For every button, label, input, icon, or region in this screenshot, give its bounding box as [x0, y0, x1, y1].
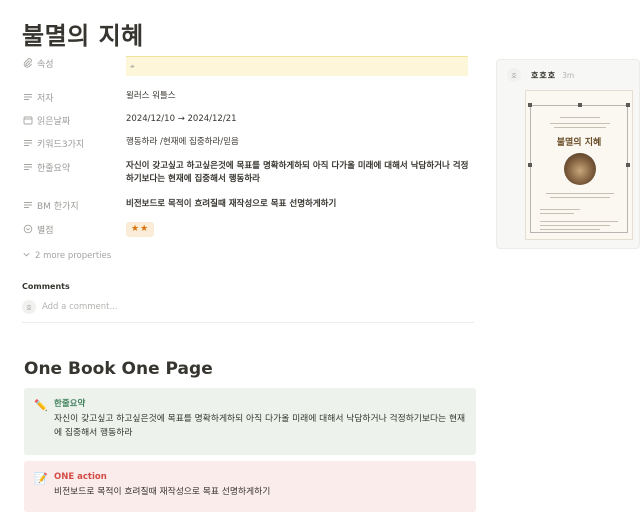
calendar-icon	[22, 114, 34, 126]
callout-summary[interactable]: ✏️ 한줄요약 자신이 갖고싶고 하고싶은것에 목표를 명확하게하되 아직 다가…	[24, 388, 476, 455]
bm-value[interactable]: 비전보드로 목적이 흐려질때 재작성으로 목표 선명하게하기	[126, 198, 474, 211]
keywords-value[interactable]: 행동하라 /현재에 집중하라/믿음	[126, 136, 474, 149]
text-lines-icon	[22, 199, 34, 211]
avatar: 호	[507, 68, 521, 82]
resize-handle[interactable]	[626, 163, 630, 167]
callout-body: 자신이 갖고싶고 하고싶은것에 목표를 명확하게하되 아직 다가올 미래에 대해…	[54, 414, 466, 438]
book-title: 불멸의 지혜	[556, 138, 602, 148]
property-label: 속성	[37, 59, 54, 70]
read-date-value[interactable]: 2024/12/10 → 2024/12/21	[126, 113, 474, 126]
paperclip-icon	[22, 57, 34, 69]
property-summary[interactable]: 한줄요약 자신이 갖고싶고 하고싶은것에 목표를 명확하게하되 아직 다가올 미…	[22, 160, 474, 186]
summary-value[interactable]: 자신이 갖고싶고 하고싶은것에 목표를 명확하게하되 아직 다가올 미래에 대해…	[126, 160, 474, 186]
property-rating[interactable]: 별점 ★★	[22, 222, 474, 237]
property-bm[interactable]: BM 한가지 비전보드로 목적이 흐려질때 재작성으로 목표 선명하게하기	[22, 198, 474, 212]
add-comment-row[interactable]: 호 Add a comment...	[22, 300, 118, 314]
callout-title: 한줄요약	[54, 399, 86, 409]
comment-author: 호호호	[531, 70, 557, 80]
text-lines-icon	[22, 137, 34, 149]
select-circle-icon	[22, 223, 34, 235]
callout-title: ONE action	[54, 472, 107, 482]
more-properties-label: 2 more properties	[35, 251, 112, 261]
resize-handle[interactable]	[626, 103, 630, 107]
comment-time: 3m	[562, 70, 575, 80]
divider	[22, 322, 474, 323]
comments-heading: Comments	[22, 282, 70, 291]
text-lines-icon	[22, 91, 34, 103]
pencil-icon: ✏️	[34, 399, 48, 412]
memo-icon: 📝	[34, 472, 48, 485]
section-heading: One Book One Page	[24, 359, 213, 379]
text-lines-icon	[22, 161, 34, 173]
attr-value[interactable]: ⌖	[126, 56, 468, 76]
property-label: 별점	[37, 225, 54, 236]
property-keywords[interactable]: 키워드3가지 행동하라 /현재에 집중하라/믿음	[22, 136, 474, 150]
rating-badge[interactable]: ★★	[126, 222, 155, 237]
callout-body: 비전보드로 목적이 흐려질때 재작성으로 목표 선명하게하기	[54, 487, 271, 497]
book-cover-image[interactable]: 불멸의 지혜	[525, 90, 633, 240]
property-label: BM 한가지	[37, 201, 79, 212]
resize-handle[interactable]	[528, 163, 532, 167]
comment-input[interactable]: Add a comment...	[42, 302, 118, 312]
side-comment-card[interactable]: 호 호호호 3m 불멸의 지혜	[496, 59, 640, 249]
property-attr[interactable]: 속성 ⌖	[22, 56, 474, 76]
property-author[interactable]: 저자 윌러스 워틀스	[22, 90, 474, 104]
book-illustration	[564, 153, 596, 185]
resize-handle[interactable]	[528, 103, 532, 107]
property-label: 읽은날짜	[37, 116, 71, 127]
property-read-date[interactable]: 읽은날짜 2024/12/10 → 2024/12/21	[22, 113, 474, 127]
property-label: 한줄요약	[37, 163, 71, 174]
author-value[interactable]: 윌러스 워틀스	[126, 90, 474, 103]
resize-handle[interactable]	[578, 103, 582, 107]
chevron-down-icon	[22, 250, 31, 262]
callout-one-action[interactable]: 📝 ONE action 비전보드로 목적이 흐려질때 재작성으로 목표 선명하…	[24, 461, 476, 512]
property-label: 키워드3가지	[37, 139, 85, 150]
tag-icon: ⌖	[130, 62, 135, 71]
avatar: 호	[22, 300, 36, 314]
page-title: 불멸의 지혜	[22, 22, 144, 50]
property-label: 저자	[37, 93, 54, 104]
more-properties-toggle[interactable]: 2 more properties	[22, 250, 111, 262]
